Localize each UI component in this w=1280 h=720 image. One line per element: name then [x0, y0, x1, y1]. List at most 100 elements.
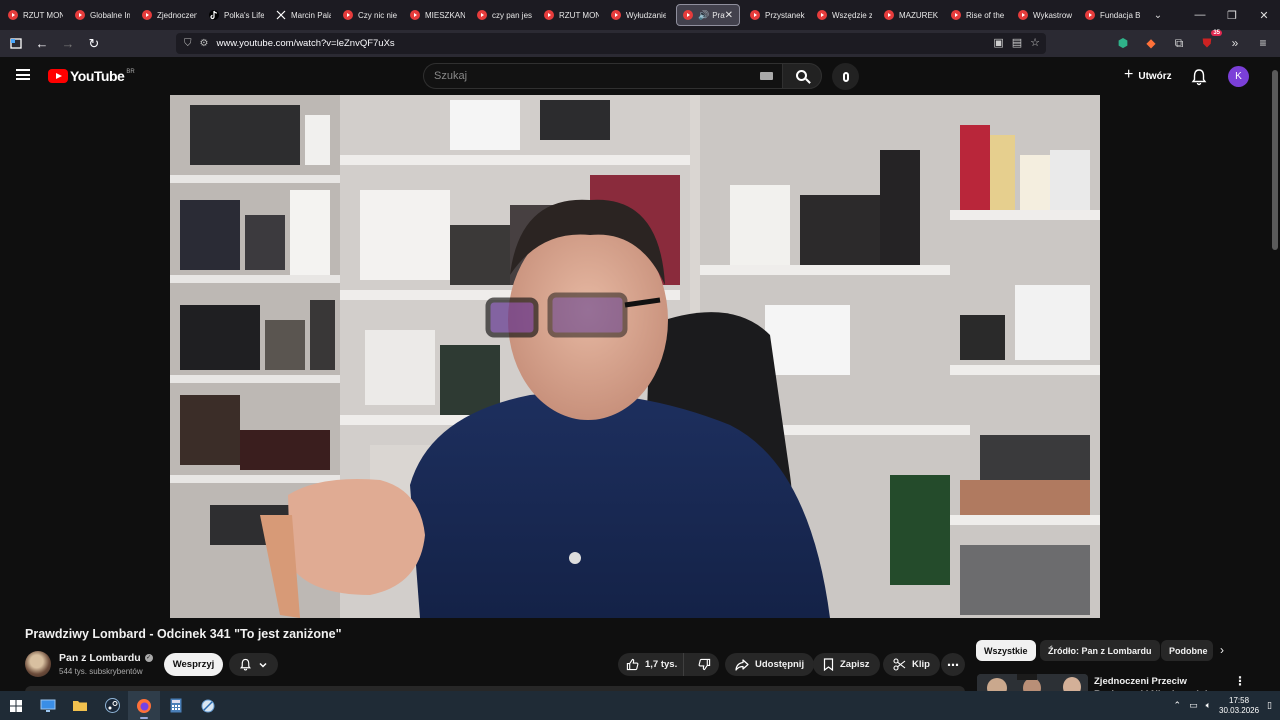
network-icon[interactable]: ▭ [1189, 700, 1198, 711]
speaker-icon[interactable]: 🔊 [698, 10, 709, 21]
clip-button[interactable]: Klip [883, 653, 940, 676]
shield-icon[interactable]: ⛉ [184, 38, 192, 49]
extension-badge: 35 [1211, 30, 1222, 36]
channel-name[interactable]: Pan z Lombardu [59, 652, 141, 664]
browser-tab[interactable]: RZUT MONETĄ [2, 4, 69, 26]
chevron-up-icon[interactable]: ⌃ [1174, 700, 1182, 711]
country-code: BR [126, 69, 135, 75]
more-vertical-icon[interactable]: ⋮ [1234, 674, 1246, 688]
create-button[interactable]: + Utwórz [1116, 65, 1180, 87]
minimize-icon[interactable]: — [1184, 0, 1216, 30]
youtube-icon [817, 10, 827, 20]
browser-tab[interactable]: Wszędzie za [811, 4, 878, 26]
picture-in-picture-icon[interactable]: ▣ [993, 36, 1003, 49]
browser-tab[interactable]: Czy nic nie [337, 4, 404, 26]
clock[interactable]: 17:58 30.03.2026 [1219, 696, 1259, 716]
hamburger-menu-icon[interactable]: ≡ [1254, 33, 1272, 53]
window-controls: — ❐ ✕ [1184, 0, 1280, 30]
chip-all[interactable]: Wszystkie [976, 640, 1036, 661]
like-button[interactable]: 1,7 tys. [618, 653, 685, 676]
url-bar[interactable]: ⛉ ⚙ www.youtube.com/watch?v=leZnvQF7uXs … [176, 33, 1046, 54]
snipping-tool-icon[interactable] [192, 691, 224, 720]
join-button[interactable]: Wesprzyj [164, 653, 223, 676]
share-button[interactable]: Udostępnij [725, 653, 815, 676]
youtube-header: YouTube BR Szukaj + Utwórz K [0, 57, 1270, 95]
steam-icon[interactable] [96, 691, 128, 720]
more-actions-button[interactable]: ⋯ [941, 653, 965, 676]
restore-icon[interactable]: ❐ [1216, 0, 1248, 30]
keyboard-icon[interactable] [760, 72, 773, 80]
scrollbar-thumb[interactable] [1272, 70, 1278, 250]
forward-arrow-icon[interactable]: → [56, 33, 80, 55]
browser-tab[interactable]: Wykastrow [1012, 4, 1079, 26]
browser-tab[interactable]: Zjednoczeni [136, 4, 203, 26]
youtube-icon [750, 10, 760, 20]
youtube-icon [683, 10, 693, 20]
channel-name-row[interactable]: Pan z Lombardu ✓ [59, 652, 153, 664]
notification-center-icon[interactable]: ▯ [1267, 700, 1272, 711]
chip-related[interactable]: Podobne [1161, 640, 1213, 661]
overflow-chevrons-icon[interactable]: » [1226, 33, 1244, 53]
account-avatar[interactable]: K [1228, 66, 1249, 87]
scissors-icon [893, 658, 906, 671]
close-tab-icon[interactable]: ✕ [725, 10, 733, 21]
windows-start-icon[interactable] [0, 691, 32, 720]
youtube-icon [1085, 10, 1095, 20]
browser-tab-active[interactable]: 🔊Praw✕ [676, 4, 740, 26]
browser-tab[interactable]: RZUT MONETĄ [538, 4, 605, 26]
channel-avatar[interactable] [25, 651, 51, 677]
chevron-down-icon[interactable]: ⌄ [1146, 4, 1170, 26]
firefox-icon[interactable] [128, 691, 160, 720]
ublock-icon[interactable]: ⛊ 35 [1198, 30, 1222, 53]
save-button[interactable]: Zapisz [813, 653, 880, 676]
like-count: 1,7 tys. [645, 659, 678, 670]
youtube-icon [884, 10, 894, 20]
reader-view-icon[interactable]: ▤ [1012, 36, 1022, 49]
page-scrollbar[interactable] [1270, 57, 1280, 691]
plus-icon: + [1124, 66, 1134, 83]
chevron-right-icon[interactable]: › [1220, 643, 1224, 657]
browser-tab[interactable]: Marcin Pala [270, 4, 337, 26]
chip-from-channel[interactable]: Źródło: Pan z Lombardu [1040, 640, 1160, 661]
search-button[interactable] [782, 63, 822, 89]
voice-search-button[interactable] [832, 63, 859, 90]
youtube-icon [611, 10, 621, 20]
like-dislike-group: 1,7 tys. [618, 653, 719, 676]
bookmark-icon [823, 658, 834, 671]
extension-shield-icon[interactable]: ⬢ [1114, 33, 1132, 53]
file-explorer-icon[interactable] [64, 691, 96, 720]
browser-tab[interactable]: MAZUREK [878, 4, 945, 26]
desktop-computer-icon[interactable] [32, 691, 64, 720]
back-arrow-icon[interactable]: ← [30, 33, 54, 55]
extensions-puzzle-icon[interactable]: ⧉ [1170, 33, 1188, 53]
bookmark-star-icon[interactable]: ☆ [1030, 36, 1040, 49]
recommendation-thumbnail[interactable] [977, 674, 1088, 691]
thumbnail-image [977, 674, 1088, 691]
search-input[interactable]: Szukaj [423, 63, 785, 89]
notifications-button[interactable] [229, 653, 278, 676]
permissions-icon[interactable]: ⚙ [200, 38, 209, 49]
browser-tab[interactable]: Polka's Life [203, 4, 270, 26]
volume-icon[interactable]: 🔈︎ [1206, 700, 1211, 711]
extension-fox-icon[interactable]: ◆ [1142, 33, 1160, 53]
dislike-button[interactable] [690, 653, 719, 676]
browser-tab[interactable]: Przystanek [744, 4, 811, 26]
bell-icon[interactable] [1190, 68, 1208, 86]
youtube-icon [477, 10, 487, 20]
browser-tab[interactable]: Wyłudzanie [605, 4, 672, 26]
calculator-icon[interactable] [160, 691, 192, 720]
menu-icon[interactable] [16, 69, 30, 80]
browser-tab[interactable]: MIESZKANIA [404, 4, 471, 26]
recommendation-title[interactable]: Zjednoczeni Przeciw Rasizmowi i Nierówno… [1094, 675, 1230, 692]
browser-tab[interactable]: Rise of the [945, 4, 1012, 26]
browser-tab[interactable]: czy pan jest [471, 4, 538, 26]
video-player[interactable] [170, 95, 1100, 618]
youtube-play-icon [48, 69, 68, 83]
browser-tab[interactable]: Fundacja B [1079, 4, 1146, 26]
reload-icon[interactable]: ↻ [82, 33, 106, 55]
youtube-logo[interactable]: YouTube BR [48, 68, 135, 84]
close-window-icon[interactable]: ✕ [1248, 0, 1280, 30]
browser-tab[interactable]: Globalne Imperium [69, 4, 136, 26]
sidebar-toggle-icon[interactable] [4, 33, 28, 55]
subscriber-count: 544 tys. subskrybentów [59, 667, 143, 676]
